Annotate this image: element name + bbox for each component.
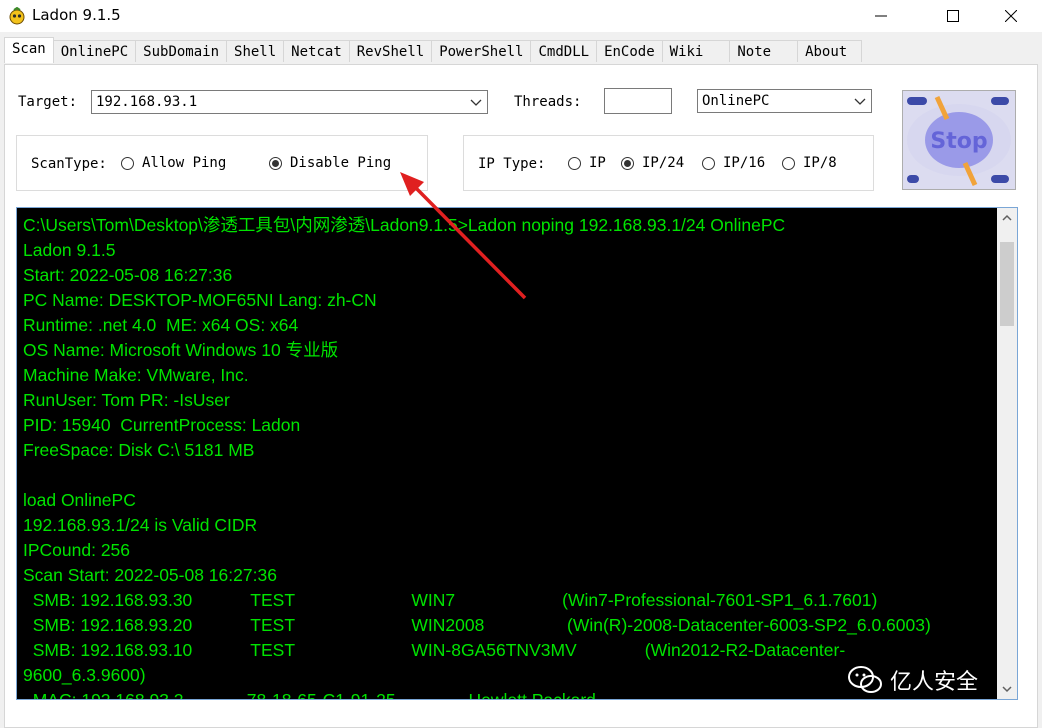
red-arrow-icon <box>400 172 527 300</box>
